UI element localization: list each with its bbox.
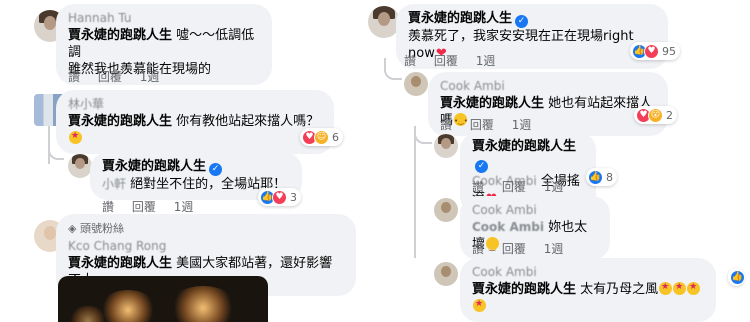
comment-author-blurred[interactable]: Cook Ambi: [472, 202, 598, 219]
like-button[interactable]: 讚: [404, 54, 416, 68]
reply-page-2: 賈永婕的跑跳人生✓ Cook Ambi 全場搖滾❤ 👍 8 讚 回覆 1週: [368, 126, 750, 258]
reply-button[interactable]: 回覆: [434, 54, 458, 68]
thread-connector: [414, 126, 432, 144]
comment-author[interactable]: 賈永婕的跑跳人生: [102, 159, 206, 174]
star-struck-emoji-icon: [687, 279, 701, 296]
star-struck-emoji-icon: [659, 279, 673, 296]
like-button[interactable]: 讚: [68, 70, 80, 84]
comment-actions: 讚 回覆 1週: [472, 240, 577, 257]
comment-bubble: Cook Ambi 賈永婕的跑跳人生 太有乃母之風: [460, 258, 716, 322]
comment-actions: 讚 回覆 1週: [404, 52, 509, 69]
avatar[interactable]: [434, 198, 458, 222]
reaction-count: 95: [662, 44, 676, 58]
like-button[interactable]: 讚: [472, 242, 484, 256]
care-reaction-icon: ☺: [314, 129, 329, 145]
comment-hannah: Hannah Tu 賈永婕的跑跳人生 噓～～低調低調 雖然我也羨慕能在現場的 讚…: [0, 0, 368, 90]
reply-button[interactable]: 回覆: [502, 180, 526, 194]
verified-badge-icon: ✓: [475, 160, 488, 173]
tagged-page-name[interactable]: 賈永婕的跑跳人生: [440, 96, 544, 111]
comment-cook-ambi-3: Cook Ambi 賈永婕的跑跳人生 太有乃母之風 👍: [368, 256, 750, 322]
reaction-summary[interactable]: 👍 ♥ 95: [630, 42, 680, 60]
star-struck-emoji-icon: [69, 128, 82, 145]
comment-author[interactable]: 賈永婕的跑跳人生: [408, 11, 512, 26]
verified-badge-icon: ✓: [209, 163, 223, 176]
comment-author-blurred[interactable]: Kco Chang Rong: [68, 238, 344, 255]
verified-badge-icon: ✓: [515, 15, 529, 28]
reaction-count: 6: [332, 130, 339, 144]
reaction-summary[interactable]: 👍 8: [586, 168, 617, 186]
top-fan-badge[interactable]: ◈ 頭號粉絲: [68, 220, 344, 237]
avatar[interactable]: [434, 262, 458, 286]
avatar[interactable]: [404, 72, 428, 96]
diamond-icon: ◈: [68, 222, 77, 235]
comment-cook-ambi-1: Cook Ambi 賈永婕的跑跳人生 她也有站起來擋人嗎 ♥ 😮 2 讚 回覆 …: [368, 58, 750, 136]
comment-author-blurred[interactable]: Cook Ambi: [440, 78, 656, 95]
comment-actions: 讚 回覆 1週: [472, 178, 577, 195]
comment-author[interactable]: 賈永婕的跑跳人生: [472, 139, 576, 154]
star-struck-emoji-icon: [473, 296, 486, 313]
like-reaction-icon: 👍: [730, 269, 745, 285]
comment-time[interactable]: 1週: [140, 70, 160, 84]
reaction-count: 2: [666, 108, 673, 122]
right-comment-column: 賈永婕的跑跳人生 ✓ 羨慕死了，我家安安現在正在現場right now❤ 👍 ♥ …: [368, 0, 750, 322]
comment-author-blurred[interactable]: Hannah Tu: [68, 10, 260, 27]
tagged-page-name[interactable]: 賈永婕的跑跳人生: [68, 28, 172, 43]
comment-time[interactable]: 1週: [544, 180, 564, 194]
like-button[interactable]: 讚: [472, 180, 484, 194]
wow-reaction-icon: 😮: [648, 107, 663, 123]
reaction-summary[interactable]: ♥ 😮 2: [634, 106, 677, 124]
reaction-summary[interactable]: 👍: [728, 268, 745, 286]
reaction-count: 8: [606, 170, 613, 184]
comment-top-fan: ◈ 頭號粉絲 Kco Chang Rong 賈永婕的跑跳人生 美國大家都站著，還…: [0, 210, 368, 322]
comment-actions: 讚 回覆 1週: [68, 68, 173, 85]
comment-text: 太有乃母之風: [576, 282, 659, 297]
left-comment-column: Hannah Tu 賈永婕的跑跳人生 噓～～低調低調 雖然我也羨慕能在現場的 讚…: [0, 0, 368, 322]
comment-text: 你有教他站起來擋人嗎？: [172, 114, 320, 129]
comment-author-blurred[interactable]: 林小華: [68, 96, 322, 113]
love-reaction-icon: ♥: [644, 43, 659, 59]
tagged-page-name[interactable]: 賈永婕的跑跳人生: [68, 114, 172, 129]
thread-connector: [48, 138, 64, 160]
comment-cook-ambi-2: Cook Ambi Cook Ambi 妳也太壞 讚 回覆 1週: [368, 194, 750, 260]
comment-time[interactable]: 1週: [476, 54, 496, 68]
comment-page-reply: 賈永婕的跑跳人生 ✓ 羨慕死了，我家安安現在正在現場right now❤ 👍 ♥ …: [368, 0, 750, 70]
like-reaction-icon: 👍: [588, 169, 603, 185]
tagged-user-name[interactable]: Cook Ambi: [472, 220, 544, 234]
star-struck-emoji-icon: [673, 279, 687, 296]
thread-connector: [384, 58, 402, 80]
reaction-summary[interactable]: ♥ ☺ 6: [300, 128, 343, 146]
reply-button[interactable]: 回覆: [98, 70, 122, 84]
tagged-user-blurred[interactable]: 小軒: [102, 177, 126, 191]
tagged-page-name[interactable]: 賈永婕的跑跳人生: [472, 282, 576, 297]
love-reaction-icon: ♥: [272, 189, 287, 205]
reply-button[interactable]: 回覆: [502, 242, 526, 256]
comment-time[interactable]: 1週: [544, 242, 564, 256]
reaction-count: 3: [290, 190, 297, 204]
page-avatar[interactable]: [68, 154, 92, 178]
top-fan-label: 頭號粉絲: [79, 222, 124, 235]
comment-bubble: 林小華 賈永婕的跑跳人生 你有教他站起來擋人嗎？: [56, 90, 334, 154]
comment-attached-photo[interactable]: [58, 276, 268, 322]
tagged-page-name[interactable]: 賈永婕的跑跳人生: [68, 256, 172, 271]
page-avatar[interactable]: [434, 134, 458, 158]
reaction-summary[interactable]: 👍 ♥ 3: [258, 188, 301, 206]
reply-page: 賈永婕的跑跳人生 ✓ 小軒 絕對坐不住的，全場站耶！ 👍 ♥ 3 讚 回覆 1週: [0, 138, 368, 218]
